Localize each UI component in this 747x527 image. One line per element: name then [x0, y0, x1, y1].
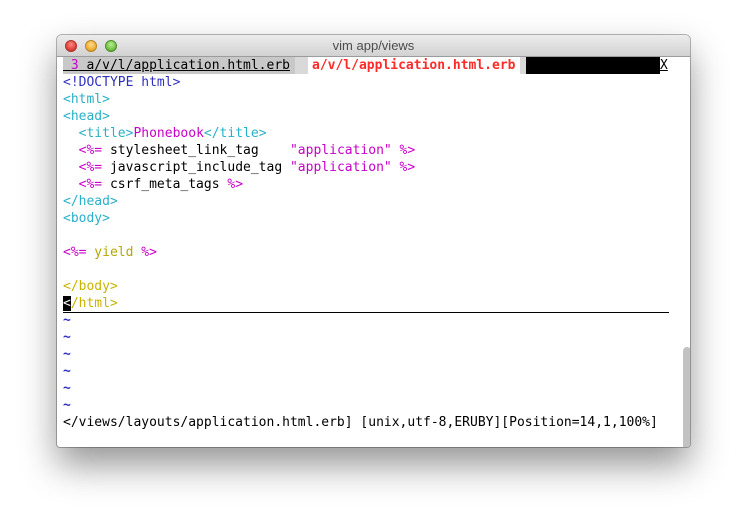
tab-inactive[interactable]: 3 a/v/l/application.html.erb	[63, 57, 295, 74]
tag-token: <body>	[63, 211, 110, 226]
tag-token: <head>	[63, 109, 110, 124]
code-line-5[interactable]: <%= stylesheet_link_tag "application" %>	[63, 142, 416, 159]
tab-active[interactable]: a/v/l/application.html.erb	[308, 57, 520, 74]
erb-close-token: %>	[219, 177, 244, 192]
code-line-4[interactable]: <title>Phonebook</title>	[63, 125, 267, 142]
empty-line-marker: ~	[63, 398, 71, 413]
tag-token: <html>	[63, 92, 110, 107]
tag-token: <title>	[78, 126, 134, 141]
string-token: "application"	[289, 160, 392, 175]
tag-token: </title>	[203, 126, 267, 141]
close-tab-button[interactable]: X	[660, 57, 669, 74]
title-text-token: Phonebook	[133, 126, 204, 141]
erb-open-token: <%=	[78, 143, 103, 158]
status-line: </views/layouts/application.html.erb] [u…	[63, 415, 658, 430]
code-line-1[interactable]: <!DOCTYPE html>	[63, 74, 180, 91]
tab-line-fill	[526, 57, 660, 74]
ruby-code-token: javascript_include_tag	[102, 160, 290, 175]
erb-open-token: <%=	[78, 177, 103, 192]
code-line-11[interactable]: <%= yield %>	[63, 244, 157, 261]
tab-active-label: a/v/l/application.html.erb	[312, 58, 516, 73]
tag-token: </head>	[63, 194, 118, 209]
doctype-token: <!DOCTYPE html>	[63, 75, 181, 90]
window-title: vim app/views	[332, 38, 415, 53]
empty-line-marker: ~	[63, 330, 71, 345]
empty-line-marker: ~	[63, 364, 71, 379]
code-line-9[interactable]: <body>	[63, 210, 110, 227]
empty-line-marker: ~	[63, 347, 71, 362]
ruby-code-token: yield	[86, 245, 134, 260]
tab-inactive-label: a/v/l/application.html.erb	[86, 58, 290, 73]
code-line-13[interactable]: </body>	[63, 278, 118, 295]
code-line-14-current[interactable]: </html>	[63, 295, 669, 313]
erb-close-token: %>	[391, 143, 416, 158]
empty-line-marker: ~	[63, 313, 71, 328]
tag-token: </body>	[63, 279, 118, 294]
code-line-3[interactable]: <head>	[63, 108, 110, 125]
code-line-7[interactable]: <%= csrf_meta_tags %>	[63, 176, 243, 193]
tab-window-count: 3	[70, 58, 79, 73]
code-line-6[interactable]: <%= javascript_include_tag "application"…	[63, 159, 416, 176]
erb-close-token: %>	[391, 160, 416, 175]
title-bar[interactable]: vim app/views	[57, 35, 690, 57]
erb-open-token: <%=	[63, 245, 87, 260]
text-cursor: <	[63, 296, 71, 311]
string-token: "application"	[289, 143, 392, 158]
vertical-scrollbar[interactable]	[683, 347, 690, 447]
erb-open-token: <%=	[78, 160, 103, 175]
tab-line: 3 a/v/l/application.html.erb a/v/l/appli…	[63, 57, 669, 74]
vim-window: vim app/views 3 a/v/l/application.html.e…	[57, 35, 690, 447]
tag-token: /html>	[70, 296, 118, 311]
ruby-code-token: stylesheet_link_tag	[102, 143, 290, 158]
code-line-2[interactable]: <html>	[63, 91, 110, 108]
ruby-code-token: csrf_meta_tags	[102, 177, 220, 192]
erb-close-token: %>	[133, 245, 157, 260]
editor-area[interactable]: 3 a/v/l/application.html.erb a/v/l/appli…	[63, 57, 690, 447]
empty-line-marker: ~	[63, 381, 71, 396]
code-line-8[interactable]: </head>	[63, 193, 118, 210]
